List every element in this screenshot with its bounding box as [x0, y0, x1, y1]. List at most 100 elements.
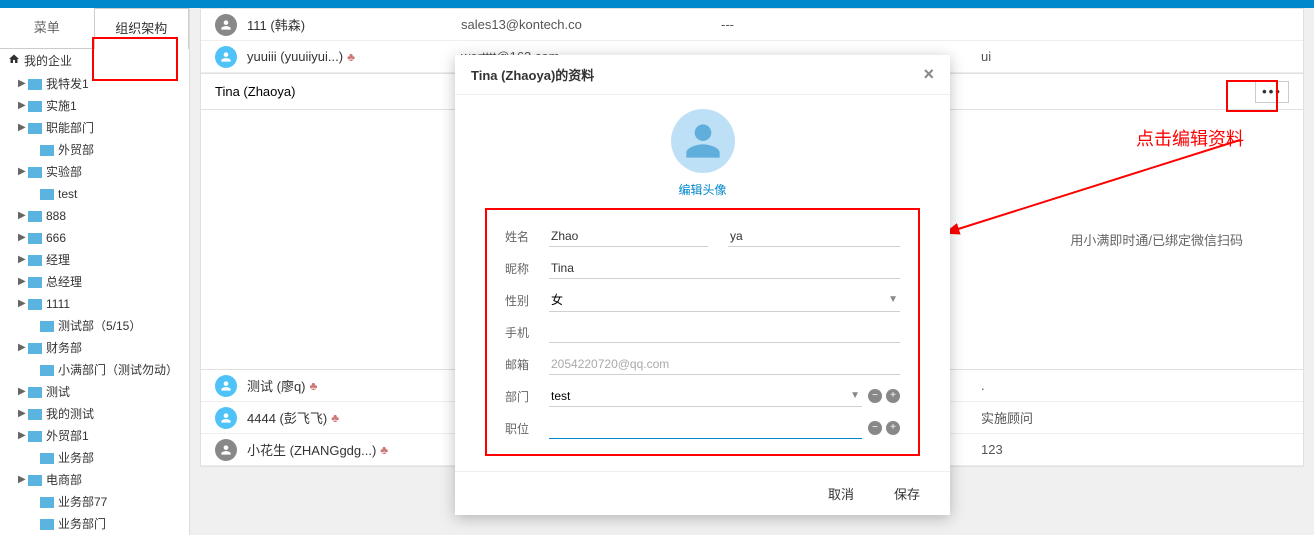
- person-icon: ♣: [380, 443, 388, 457]
- tree-item-label: 职能部门: [46, 119, 94, 137]
- tree-arrow-icon: ▶: [18, 383, 28, 401]
- tree-item[interactable]: ▶666: [0, 227, 189, 249]
- label-nickname: 昵称: [505, 260, 549, 277]
- row-name: 测试 (廖q): [247, 376, 306, 395]
- tree-item[interactable]: ▶ 职能部门: [0, 117, 189, 139]
- first-name-input[interactable]: [549, 226, 708, 247]
- dept-select[interactable]: test ▼: [549, 386, 862, 407]
- row-col4: 123: [981, 442, 1303, 457]
- tree-item-label: test: [58, 185, 77, 203]
- tree-item-label: 测试: [46, 383, 70, 401]
- tree-item[interactable]: 业务部77: [0, 491, 189, 513]
- modal-title: Tina (Zhaoya)的资料: [471, 65, 594, 84]
- tree-arrow-icon: ▶: [18, 405, 28, 423]
- tree-arrow-icon: ▶: [18, 295, 28, 313]
- mobile-input[interactable]: [549, 322, 900, 343]
- tree-item-label: 总经理: [46, 273, 82, 291]
- folder-icon: [28, 387, 42, 398]
- tree-arrow-icon: ▶: [18, 119, 28, 137]
- left-panel: 菜单 组织架构 我的企业 ▶我特发1▶实施1▶职能部门外贸部▶实验部test▶8…: [0, 8, 190, 535]
- close-icon[interactable]: ×: [923, 64, 934, 85]
- tree-item-label: 1111: [46, 295, 70, 313]
- tree-item-label: 外贸部1: [46, 427, 89, 445]
- home-icon: [8, 53, 20, 68]
- tree-arrow-icon: ▶: [18, 163, 28, 181]
- tree-item[interactable]: ▶实施1: [0, 95, 189, 117]
- tree-item-label: 经理: [46, 251, 70, 269]
- folder-icon: [40, 321, 54, 332]
- avatar-icon: [215, 439, 237, 461]
- tree-item-label: 业务部门: [58, 515, 106, 533]
- tree-item-label: 实施1: [46, 97, 77, 115]
- tree-item-label: 测试部（5/15）: [58, 317, 141, 335]
- dept-add-button[interactable]: +: [886, 389, 900, 403]
- edit-avatar-link[interactable]: 编辑头像: [485, 181, 920, 198]
- cancel-button[interactable]: 取消: [828, 484, 854, 503]
- label-mobile: 手机: [505, 324, 549, 341]
- selected-user-name: Tina (Zhaoya): [215, 84, 295, 99]
- profile-modal: Tina (Zhaoya)的资料 × 编辑头像 姓名 昵称 性别 女: [455, 55, 950, 515]
- tree-item[interactable]: 小满部门（测试勿动）: [0, 359, 189, 381]
- folder-icon: [28, 233, 42, 244]
- tree-item[interactable]: ▶ 外贸部1: [0, 425, 189, 447]
- tree-item[interactable]: 业务部门: [0, 513, 189, 535]
- row-col4: ui: [981, 49, 1303, 64]
- save-button[interactable]: 保存: [894, 484, 920, 503]
- nickname-input[interactable]: [549, 258, 900, 279]
- tree-item[interactable]: ▶ 888: [0, 205, 189, 227]
- folder-icon: [40, 189, 54, 200]
- folder-icon: [28, 101, 42, 112]
- position-input[interactable]: [549, 418, 862, 439]
- tree-item[interactable]: ▶电商部: [0, 469, 189, 491]
- gender-value: 女: [551, 291, 563, 308]
- position-remove-button[interactable]: −: [868, 421, 882, 435]
- tree-item[interactable]: ▶总经理: [0, 271, 189, 293]
- position-add-button[interactable]: +: [886, 421, 900, 435]
- label-email: 邮箱: [505, 356, 549, 373]
- row-name: yuuiii (yuuiiyui...): [247, 49, 343, 64]
- chevron-down-icon: ▼: [850, 390, 860, 401]
- gender-select[interactable]: 女 ▼: [549, 288, 900, 312]
- tree-item[interactable]: ▶我特发1: [0, 73, 189, 95]
- person-icon: ♣: [347, 50, 355, 64]
- avatar-icon: [215, 375, 237, 397]
- tab-org[interactable]: 组织架构: [94, 8, 190, 49]
- row-col3: ---: [721, 17, 981, 32]
- row-col4: .: [981, 378, 1303, 393]
- email-input[interactable]: [549, 354, 900, 375]
- folder-icon: [28, 167, 42, 178]
- tree-item[interactable]: ▶经理: [0, 249, 189, 271]
- folder-icon: [28, 343, 42, 354]
- folder-icon: [28, 431, 42, 442]
- tab-menu[interactable]: 菜单: [0, 8, 94, 49]
- tree-item-label: 财务部: [46, 339, 82, 357]
- label-position: 职位: [505, 420, 549, 437]
- tree-root[interactable]: 我的企业: [0, 48, 189, 73]
- tree-item[interactable]: 业务部: [0, 447, 189, 469]
- folder-icon: [40, 519, 54, 530]
- last-name-input[interactable]: [728, 226, 900, 247]
- tree-root-label: 我的企业: [24, 52, 72, 69]
- tree-item[interactable]: ▶ 我的测试: [0, 403, 189, 425]
- tree-arrow-icon: ▶: [18, 427, 28, 445]
- avatar-icon: [215, 14, 237, 36]
- tree-arrow-icon: ▶: [18, 207, 28, 225]
- scan-hint: 用小满即时通/已绑定微信扫码: [1070, 230, 1243, 249]
- tree-item-label: 我的测试: [46, 405, 94, 423]
- tree-item[interactable]: 外贸部: [0, 139, 189, 161]
- row-col4: 实施顾问: [981, 408, 1303, 427]
- tree-item[interactable]: ▶ 测试: [0, 381, 189, 403]
- folder-icon: [28, 79, 42, 90]
- tree-item[interactable]: ▶实验部: [0, 161, 189, 183]
- folder-icon: [28, 277, 42, 288]
- tree-item-label: 888: [46, 207, 66, 225]
- row-name: 小花生 (ZHANGgdg...): [247, 440, 376, 459]
- tree-item[interactable]: test: [0, 183, 189, 205]
- tree-item[interactable]: 测试部（5/15）: [0, 315, 189, 337]
- table-row[interactable]: 111 (韩森)sales13@kontech.co---: [201, 9, 1303, 41]
- tree-item[interactable]: ▶财务部: [0, 337, 189, 359]
- tree-item-label: 666: [46, 229, 66, 247]
- tree-item[interactable]: ▶ 1111: [0, 293, 189, 315]
- dept-remove-button[interactable]: −: [868, 389, 882, 403]
- more-actions-button[interactable]: •••: [1255, 81, 1289, 103]
